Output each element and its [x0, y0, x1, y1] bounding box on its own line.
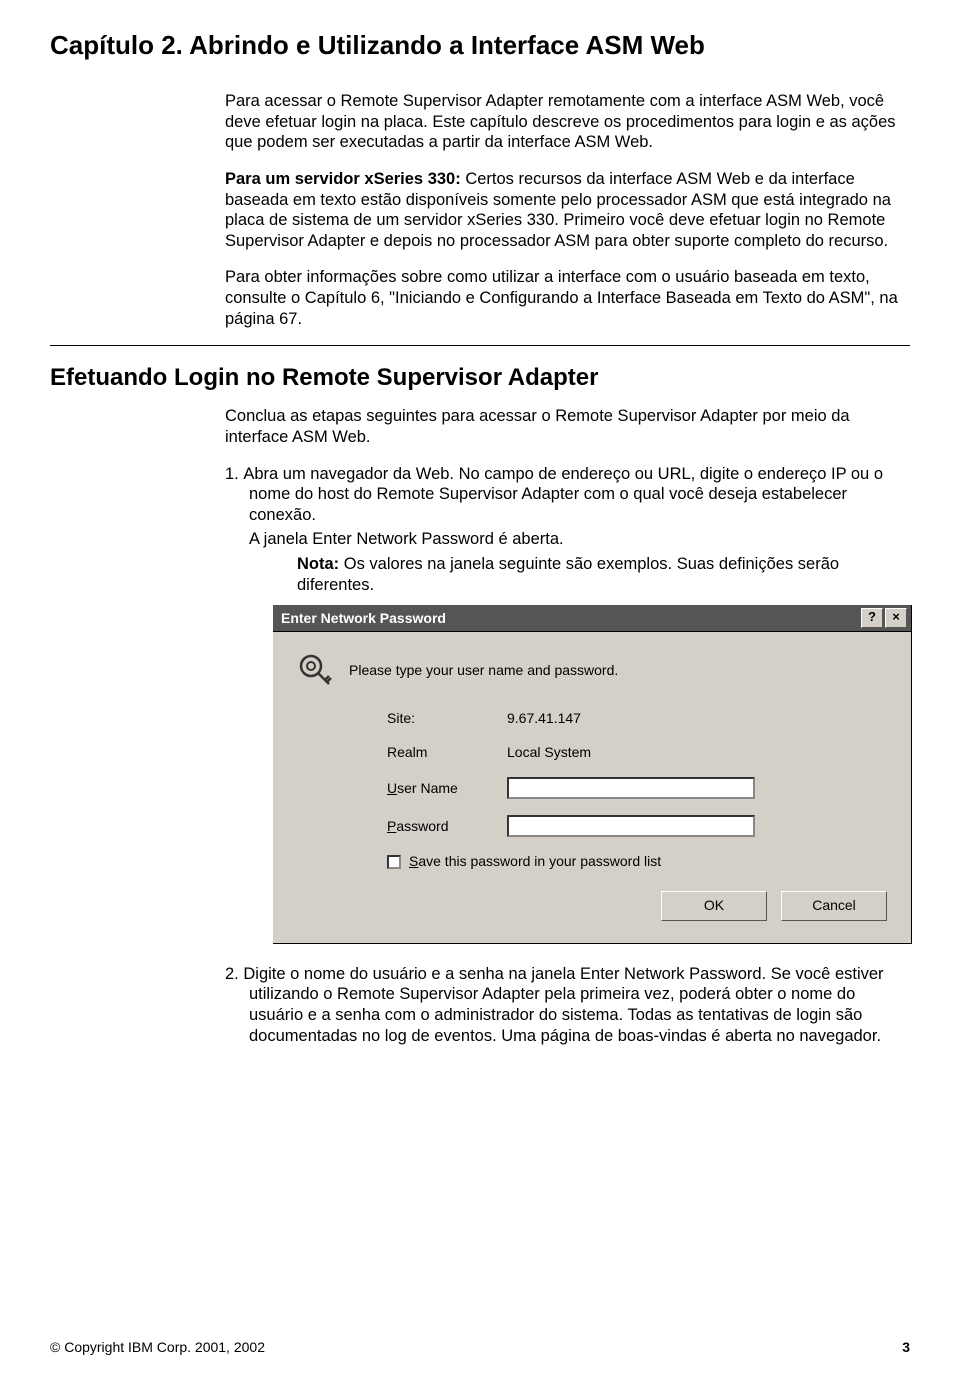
footer-copyright: © Copyright IBM Corp. 2001, 2002 [50, 1339, 265, 1355]
password-label: Password [387, 818, 507, 836]
key-icon [297, 652, 333, 688]
section-divider [50, 345, 910, 346]
note-label: Nota: [297, 555, 339, 573]
username-label: User Name [387, 780, 507, 798]
password-input[interactable] [507, 815, 755, 837]
cancel-button[interactable]: Cancel [781, 891, 887, 921]
step1-num: 1. [225, 465, 239, 483]
note-text: Os valores na janela seguinte são exempl… [297, 555, 839, 594]
save-password-checkbox[interactable] [387, 855, 401, 869]
step-2: 2. Digite o nome do usuário e a senha na… [225, 964, 910, 1047]
step1-text: Abra um navegador da Web. No campo de en… [243, 465, 883, 524]
dialog-prompt: Please type your user name and password. [349, 662, 618, 680]
save-password-label: Save this password in your password list [409, 853, 661, 871]
step2-num: 2. [225, 965, 239, 983]
enter-network-password-dialog: Enter Network Password ? × [273, 605, 912, 944]
username-input[interactable] [507, 777, 755, 799]
ok-button[interactable]: OK [661, 891, 767, 921]
chapter-title: Capítulo 2. Abrindo e Utilizando a Inter… [50, 30, 910, 61]
dialog-titlebar: Enter Network Password ? × [273, 605, 911, 632]
section-lead: Conclua as etapas seguintes para acessar… [225, 406, 910, 447]
note: Nota: Os valores na janela seguinte são … [249, 554, 910, 595]
section-title: Efetuando Login no Remote Supervisor Ada… [50, 364, 910, 392]
intro-p1: Para acessar o Remote Supervisor Adapter… [225, 91, 910, 153]
intro-p2-prefix: Para um servidor xSeries 330: [225, 170, 461, 188]
realm-label: Realm [387, 744, 507, 762]
site-value: 9.67.41.147 [507, 710, 581, 728]
footer-page-number: 3 [902, 1339, 910, 1355]
step1-sub: A janela Enter Network Password é aberta… [249, 529, 910, 550]
step2-text: Digite o nome do usuário e a senha na ja… [243, 965, 883, 1045]
help-button[interactable]: ? [861, 608, 883, 628]
close-button[interactable]: × [885, 608, 907, 628]
step-1: 1. Abra um navegador da Web. No campo de… [225, 464, 910, 944]
dialog-title: Enter Network Password [281, 610, 861, 628]
intro-p3: Para obter informações sobre como utiliz… [225, 267, 910, 329]
realm-value: Local System [507, 744, 591, 762]
site-label: Site: [387, 710, 507, 728]
intro-p2: Para um servidor xSeries 330: Certos rec… [225, 169, 910, 252]
